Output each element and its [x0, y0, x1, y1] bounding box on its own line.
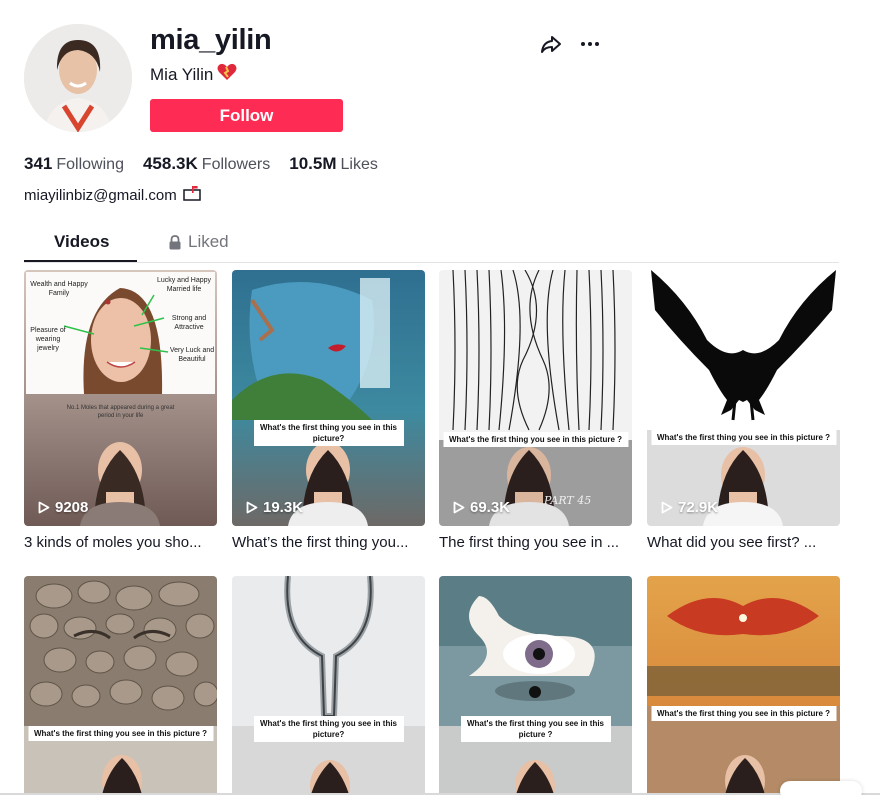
video-caption[interactable]: What’s the first thing you...: [232, 534, 425, 551]
video-banner: No.1 Moles that appeared during a great …: [66, 405, 175, 419]
video-banner: What's the first thing you see in this p…: [253, 420, 404, 446]
mending-heart-icon: [217, 63, 237, 86]
view-count-text: 19.3K: [263, 499, 304, 516]
overlay-label: Pleasure of wearing jewelry: [30, 327, 66, 352]
tab-liked[interactable]: Liked: [168, 232, 229, 252]
video-card[interactable]: What's the first thing you see in this p…: [232, 270, 425, 551]
video-caption[interactable]: The first thing you see in ...: [439, 534, 632, 551]
play-icon: [246, 501, 258, 514]
tab-videos[interactable]: Videos: [54, 232, 109, 252]
stat-likes: 10.5M Likes: [289, 154, 378, 174]
stat-followers[interactable]: 458.3K Followers: [143, 154, 270, 174]
following-count: 341: [24, 154, 53, 173]
play-icon: [38, 501, 50, 514]
video-caption[interactable]: What did you see first? ...: [647, 534, 840, 551]
bio-email: miayilinbiz@gmail.com: [24, 186, 177, 204]
video-thumbnail[interactable]: What's the first thing you see in this p…: [232, 270, 425, 526]
play-icon: [453, 501, 465, 514]
video-thumbnail[interactable]: What's the first thing you see in this p…: [232, 576, 425, 795]
tab-liked-label: Liked: [188, 232, 229, 251]
video-card[interactable]: Wealth and Happy Family Lucky and Happy …: [24, 270, 217, 551]
video-thumbnail[interactable]: What's the first thing you see in this p…: [647, 270, 840, 526]
video-card[interactable]: What's the first thing you see in this p…: [232, 576, 425, 795]
profile-nickname: Mia Yilin: [150, 63, 237, 86]
video-thumbnail[interactable]: Wealth and Happy Family Lucky and Happy …: [24, 270, 217, 526]
followers-label: Followers: [201, 156, 271, 173]
profile-avatar[interactable]: [24, 24, 132, 132]
active-tab-indicator: [24, 260, 137, 262]
video-card[interactable]: What's the first thing you see in this p…: [439, 270, 632, 551]
view-count: 72.9K: [661, 499, 718, 516]
video-thumbnail[interactable]: What's the first thing you see in this p…: [647, 576, 840, 795]
more-options-icon[interactable]: [579, 33, 601, 55]
overlay-label: Lucky and Happy Married life: [156, 277, 212, 293]
overlay-label: Wealth and Happy Family: [30, 281, 88, 297]
view-count: 9208: [38, 499, 88, 516]
view-count-text: 69.3K: [470, 499, 511, 516]
play-icon: [661, 501, 673, 514]
video-thumbnail[interactable]: What's the first thing you see in this p…: [24, 576, 217, 795]
share-icon[interactable]: [540, 33, 562, 55]
video-thumbnail[interactable]: What's the first thing you see in this p…: [439, 270, 632, 526]
overlay-label: Strong and Attractive: [171, 315, 207, 331]
view-count-text: 72.9K: [678, 499, 719, 516]
video-banner: What's the first thing you see in this p…: [442, 432, 629, 447]
video-watermark: PART 45: [544, 494, 592, 507]
video-caption[interactable]: 3 kinds of moles you sho...: [24, 534, 217, 551]
view-count: 19.3K: [246, 499, 303, 516]
likes-label: Likes: [340, 156, 378, 173]
stat-following[interactable]: 341 Following: [24, 154, 124, 174]
video-card[interactable]: What's the first thing you see in this p…: [647, 576, 840, 795]
likes-count: 10.5M: [289, 154, 337, 173]
video-banner: What's the first thing you see in this p…: [27, 726, 214, 741]
video-card[interactable]: What's the first thing you see in this p…: [24, 576, 217, 795]
video-banner: What's the first thing you see in this p…: [650, 430, 837, 445]
floating-pill-button[interactable]: [780, 781, 862, 795]
profile-nickname-text: Mia Yilin: [150, 64, 214, 84]
video-banner: What's the first thing you see in this p…: [650, 706, 837, 721]
video-card[interactable]: What's the first thing you see in this p…: [439, 576, 632, 795]
mailbox-icon: [183, 185, 201, 205]
profile-stats: 341 Following 458.3K Followers 10.5M Likes: [24, 154, 378, 174]
profile-bio: miayilinbiz@gmail.com: [24, 185, 201, 205]
profile-tabs: Videos Liked: [24, 226, 839, 263]
lock-icon: [169, 234, 181, 249]
video-banner: What's the first thing you see in this p…: [253, 716, 404, 742]
video-card[interactable]: What's the first thing you see in this p…: [647, 270, 840, 551]
video-banner: What's the first thing you see in this p…: [460, 716, 611, 742]
view-count-text: 9208: [55, 499, 89, 516]
followers-count: 458.3K: [142, 154, 198, 173]
profile-username: mia_yilin: [150, 24, 272, 56]
view-count: 69.3K: [453, 499, 510, 516]
overlay-label: Very Luck and Beautiful: [169, 347, 215, 363]
following-label: Following: [56, 156, 124, 173]
video-thumbnail[interactable]: What's the first thing you see in this p…: [439, 576, 632, 795]
follow-button[interactable]: Follow: [150, 99, 343, 132]
